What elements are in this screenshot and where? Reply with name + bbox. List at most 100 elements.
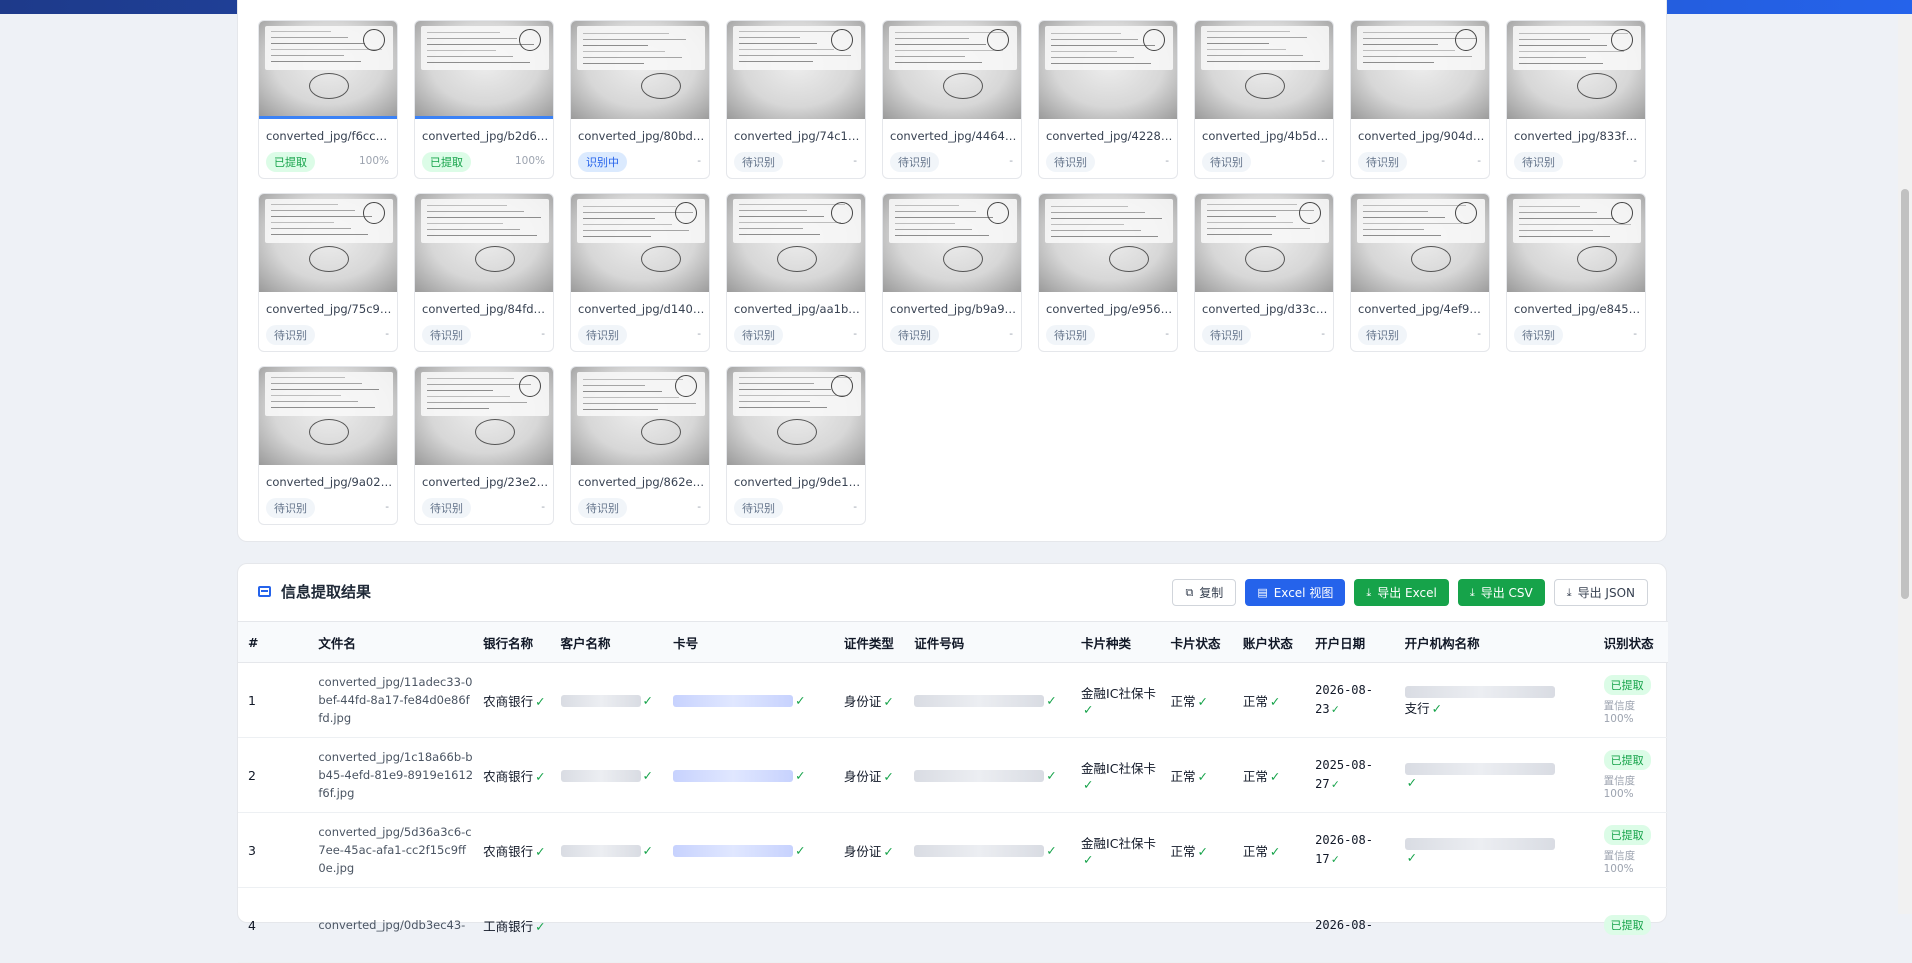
file-name-cell: converted_jpg/0db3ec43- bbox=[308, 887, 474, 963]
document-line bbox=[1051, 63, 1151, 64]
image-card[interactable]: converted_jpg/833f91... 待识别 - bbox=[1506, 20, 1646, 179]
status-badge: 已提取 bbox=[1603, 915, 1651, 935]
document-sheet bbox=[1201, 26, 1329, 70]
image-card[interactable]: converted_jpg/80bd4c... 识别中 - bbox=[570, 20, 710, 179]
column-header[interactable]: 账户状态 bbox=[1232, 621, 1306, 663]
check-icon: ✓ bbox=[1046, 692, 1057, 708]
document-line bbox=[1051, 57, 1134, 58]
document-line bbox=[1519, 63, 1603, 64]
results-title: 信息提取结果 bbox=[281, 583, 372, 601]
recognition-status-cell: 已提取 置信度 100% bbox=[1593, 662, 1668, 738]
image-card[interactable]: converted_jpg/75c9ea... 待识别 - bbox=[258, 193, 398, 352]
progress-percent: - bbox=[853, 501, 857, 513]
image-card[interactable]: converted_jpg/9a02fb... 待识别 - bbox=[258, 366, 398, 525]
document-line bbox=[427, 205, 507, 206]
export-json-label: 导出 JSON bbox=[1577, 586, 1635, 600]
progress-percent: - bbox=[385, 328, 389, 340]
card-filename: converted_jpg/4b5d0a... bbox=[1202, 129, 1330, 143]
image-card[interactable]: converted_jpg/b2d6e7... 已提取 100% bbox=[414, 20, 554, 179]
column-header[interactable]: 证件号码 bbox=[904, 621, 1072, 663]
document-line bbox=[271, 37, 348, 38]
export-csv-button[interactable]: ⤓ 导出 CSV bbox=[1457, 579, 1545, 606]
document-thumbnail bbox=[883, 194, 1021, 292]
column-header[interactable]: 银行名称 bbox=[473, 621, 551, 663]
table-row[interactable]: 3 converted_jpg/5d36a3c6-c7ee-45ac-afa1-c… bbox=[238, 812, 1668, 888]
column-header[interactable]: 卡片种类 bbox=[1071, 621, 1161, 663]
column-header[interactable]: 识别状态 bbox=[1593, 621, 1668, 663]
column-header[interactable]: 卡号 bbox=[663, 621, 834, 663]
copy-label: 复制 bbox=[1199, 586, 1224, 600]
document-line bbox=[583, 45, 648, 46]
seal-mark bbox=[675, 375, 697, 397]
document-line bbox=[427, 44, 534, 45]
customer-name-cell bbox=[550, 887, 664, 963]
document-line bbox=[427, 384, 531, 385]
progress-percent: - bbox=[697, 501, 701, 513]
image-card[interactable]: converted_jpg/4b5d0a... 待识别 - bbox=[1194, 20, 1334, 179]
cell-value: 支行 bbox=[1404, 701, 1430, 716]
scrollbar-track[interactable] bbox=[1898, 14, 1912, 914]
customer-name-cell: ✓ bbox=[550, 662, 664, 738]
table-icon bbox=[258, 586, 271, 597]
table-row[interactable]: 1 converted_jpg/11adec33-0bef-44fd-8a17-f… bbox=[238, 662, 1668, 738]
progress-percent: - bbox=[1009, 328, 1013, 340]
image-card[interactable]: converted_jpg/aa1baa... 待识别 - bbox=[726, 193, 866, 352]
document-line bbox=[271, 204, 338, 205]
column-header[interactable]: 客户名称 bbox=[550, 621, 664, 663]
status-badge: 待识别 bbox=[266, 325, 315, 345]
progress-percent: - bbox=[697, 328, 701, 340]
scrollbar-thumb[interactable] bbox=[1901, 189, 1909, 599]
image-card[interactable]: converted_jpg/e9567b... 待识别 - bbox=[1038, 193, 1178, 352]
document-line bbox=[1207, 55, 1303, 56]
check-icon: ✓ bbox=[642, 692, 653, 708]
image-card[interactable]: converted_jpg/74c106... 待识别 - bbox=[726, 20, 866, 179]
column-header[interactable]: 卡片状态 bbox=[1160, 621, 1233, 663]
image-card[interactable]: converted_jpg/d140b4... 待识别 - bbox=[570, 193, 710, 352]
row-index: 4 bbox=[238, 887, 309, 963]
seal-mark bbox=[363, 29, 385, 51]
document-line bbox=[271, 210, 355, 211]
card-number-cell: ✓ bbox=[663, 662, 834, 738]
check-icon: ✓ bbox=[1083, 777, 1094, 792]
export-json-button[interactable]: ⤓ 导出 JSON bbox=[1553, 579, 1648, 606]
image-card[interactable]: converted_jpg/9de1c5... 待识别 - bbox=[726, 366, 866, 525]
image-card[interactable]: converted_jpg/4464fd... 待识别 - bbox=[882, 20, 1022, 179]
image-card[interactable]: converted_jpg/422882... 待识别 - bbox=[1038, 20, 1178, 179]
column-header[interactable]: 开户日期 bbox=[1305, 621, 1395, 663]
document-line bbox=[427, 408, 489, 409]
document-line bbox=[1519, 57, 1586, 58]
image-card[interactable]: converted_jpg/904dbe... 待识别 - bbox=[1350, 20, 1490, 179]
bank-name-cell: 农商银行 ✓ bbox=[473, 662, 551, 738]
image-card[interactable]: converted_jpg/d33cbe... 待识别 - bbox=[1194, 193, 1334, 352]
check-icon: ✓ bbox=[883, 768, 894, 784]
document-line bbox=[1363, 62, 1434, 63]
table-row[interactable]: 2 converted_jpg/1c18a66b-bb45-4efd-81e9-8… bbox=[238, 737, 1668, 813]
excel-view-button[interactable]: ▤ Excel 视图 bbox=[1245, 579, 1346, 606]
table-row[interactable]: 4 converted_jpg/0db3ec43- 工商银行 ✓ 2026-08- 已提取 bbox=[238, 887, 1668, 963]
image-card[interactable]: converted_jpg/e84505... 待识别 - bbox=[1506, 193, 1646, 352]
bank-name-cell: 农商银行 ✓ bbox=[473, 737, 551, 813]
document-line bbox=[271, 43, 365, 44]
seal-mark bbox=[1299, 202, 1321, 224]
copy-button[interactable]: ⧉ 复制 bbox=[1172, 579, 1237, 606]
image-card[interactable]: converted_jpg/23e2fe... 待识别 - bbox=[414, 366, 554, 525]
image-card[interactable]: converted_jpg/b9a95d... 待识别 - bbox=[882, 193, 1022, 352]
column-header[interactable]: 文件名 bbox=[308, 621, 474, 663]
card-filename: converted_jpg/e84505... bbox=[1514, 302, 1642, 316]
document-thumbnail bbox=[571, 367, 709, 465]
image-card[interactable]: converted_jpg/4ef9dc... 待识别 - bbox=[1350, 193, 1490, 352]
image-card[interactable]: converted_jpg/f6cc899... 已提取 100% bbox=[258, 20, 398, 179]
image-card[interactable]: converted_jpg/862e3a... 待识别 - bbox=[570, 366, 710, 525]
document-line bbox=[583, 409, 658, 410]
export-excel-button[interactable]: ⤓ 导出 Excel bbox=[1354, 579, 1449, 606]
check-icon: ✓ bbox=[1046, 767, 1057, 783]
column-header[interactable]: 证件类型 bbox=[833, 621, 905, 663]
results-header: 信息提取结果 bbox=[258, 581, 371, 602]
date-value: 2026-08-17 bbox=[1315, 833, 1373, 866]
image-card[interactable]: converted_jpg/84fdd0... 待识别 - bbox=[414, 193, 554, 352]
document-line bbox=[583, 224, 672, 225]
column-header[interactable]: # bbox=[238, 621, 309, 663]
status-badge: 已提取 bbox=[1603, 825, 1651, 845]
bank-name-cell: 工商银行 ✓ bbox=[473, 887, 551, 963]
column-header[interactable]: 开户机构名称 bbox=[1394, 621, 1594, 663]
